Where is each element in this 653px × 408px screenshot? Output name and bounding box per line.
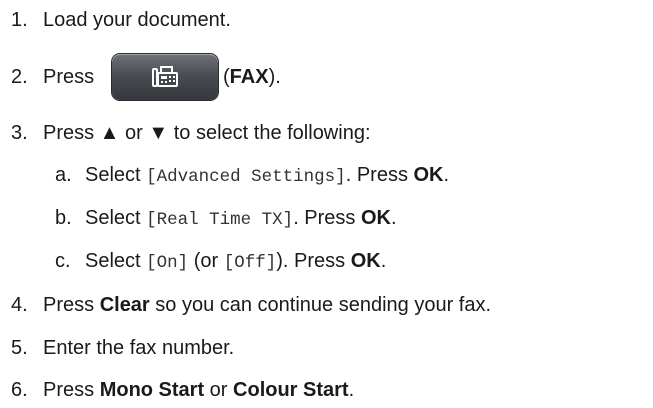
- menu-option: [Real Time TX]: [146, 210, 294, 230]
- menu-option: [On]: [146, 253, 189, 273]
- menu-option: [Off]: [223, 253, 277, 273]
- substep-letter: b.: [55, 207, 72, 229]
- step-text: Press Clear so you can continue sending …: [43, 294, 492, 316]
- ok-key: OK: [413, 164, 444, 186]
- substep-text: Select [Real Time TX]. Press OK.: [85, 207, 397, 230]
- clear-key: Clear: [99, 294, 150, 316]
- step-number: 6.: [11, 379, 28, 401]
- step-text: Load your document.: [43, 9, 231, 31]
- mono-start-key: Mono Start: [99, 379, 205, 401]
- step-text: Press (FAX).: [43, 54, 281, 100]
- ok-key: OK: [360, 207, 391, 229]
- step-number: 5.: [11, 337, 28, 359]
- ok-key: OK: [350, 250, 381, 272]
- step-number: 3.: [11, 122, 28, 144]
- step-number: 2.: [11, 66, 28, 88]
- substep-text: Select [On] (or [Off]). Press OK.: [85, 250, 387, 273]
- step-number: 4.: [11, 294, 28, 316]
- step-number: 1.: [11, 9, 28, 31]
- step-text: Enter the fax number.: [43, 337, 235, 359]
- fax-label: FAX: [229, 66, 269, 88]
- step-text: Press ▲ or ▼ to select the following:: [43, 122, 371, 144]
- substep-text: Select [Advanced Settings]. Press OK.: [85, 164, 450, 187]
- fax-icon: [152, 66, 178, 87]
- colour-start-key: Colour Start: [233, 379, 349, 401]
- menu-option: [Advanced Settings]: [146, 167, 346, 187]
- substep-letter: a.: [55, 164, 72, 186]
- step-text: Press Mono Start or Colour Start.: [43, 379, 355, 401]
- substep-letter: c.: [55, 250, 71, 272]
- fax-button[interactable]: [112, 54, 218, 100]
- step-text-after: (FAX).: [223, 66, 281, 88]
- step-text-pre: Press: [43, 66, 95, 88]
